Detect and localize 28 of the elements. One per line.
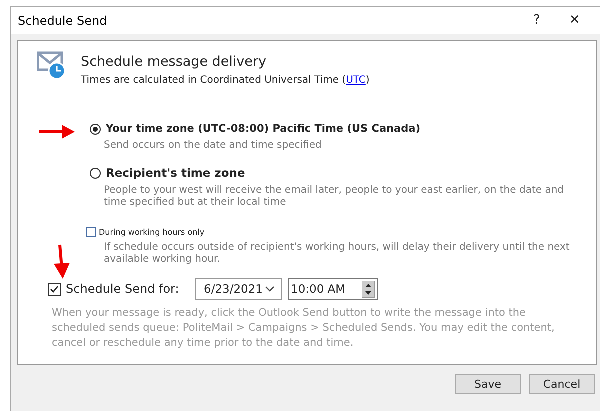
radio-option[interactable]: Your time zone (UTC-08:00) Pacific Time (US Canada) [90, 123, 421, 135]
time-field[interactable]: 10:00 AM [288, 278, 378, 300]
checkbox-label: During working hours only [99, 228, 205, 236]
utc-link[interactable]: UTC [346, 75, 366, 86]
date-picker[interactable]: 6/23/2021 [195, 278, 282, 300]
time-value: 10:00 AM [291, 282, 346, 296]
radio-button[interactable] [90, 124, 101, 134]
close-button[interactable]: ✕ [556, 13, 594, 28]
dialog-heading: Schedule message delivery [81, 54, 268, 70]
radio-button[interactable] [90, 168, 101, 178]
note-text: When your message is ready, click the Outlook Send button to write the message into the scheduled sends queue: PoliteMail > Campaigns > Scheduled Sends. You may edit the content, cancel or reschedule any time prior to the date and time. [52, 306, 556, 351]
window-title: Schedule Send [18, 14, 108, 28]
checkbox[interactable] [48, 282, 61, 296]
chevron-down-icon [265, 286, 275, 292]
spinner-icon [362, 280, 375, 298]
subtitle-text: Times are calculated in Coordinated Universal Time (UTC) [81, 75, 370, 86]
radio-option[interactable]: Recipient's time zone [90, 166, 246, 180]
dialog-button[interactable]: Cancel [529, 374, 595, 394]
arrow-icon [54, 244, 71, 280]
date-value: 6/23/2021 [204, 282, 263, 296]
checkbox-label: Schedule Send for: [66, 282, 180, 296]
dialog-button[interactable]: Save [455, 374, 521, 394]
mail-clock-icon [37, 50, 67, 80]
hint-text: Send occurs on the date and time specified [104, 140, 323, 152]
checkbox[interactable] [86, 227, 96, 237]
hint-text: People to your west will receive the email later, people to your east earlier, on the date and time specified but at their local time [104, 185, 566, 209]
hint-text: If schedule occurs outside of recipient's working hours, will delay their delivery until the next available working hour. [104, 242, 571, 266]
help-button[interactable]: ? [518, 13, 556, 28]
